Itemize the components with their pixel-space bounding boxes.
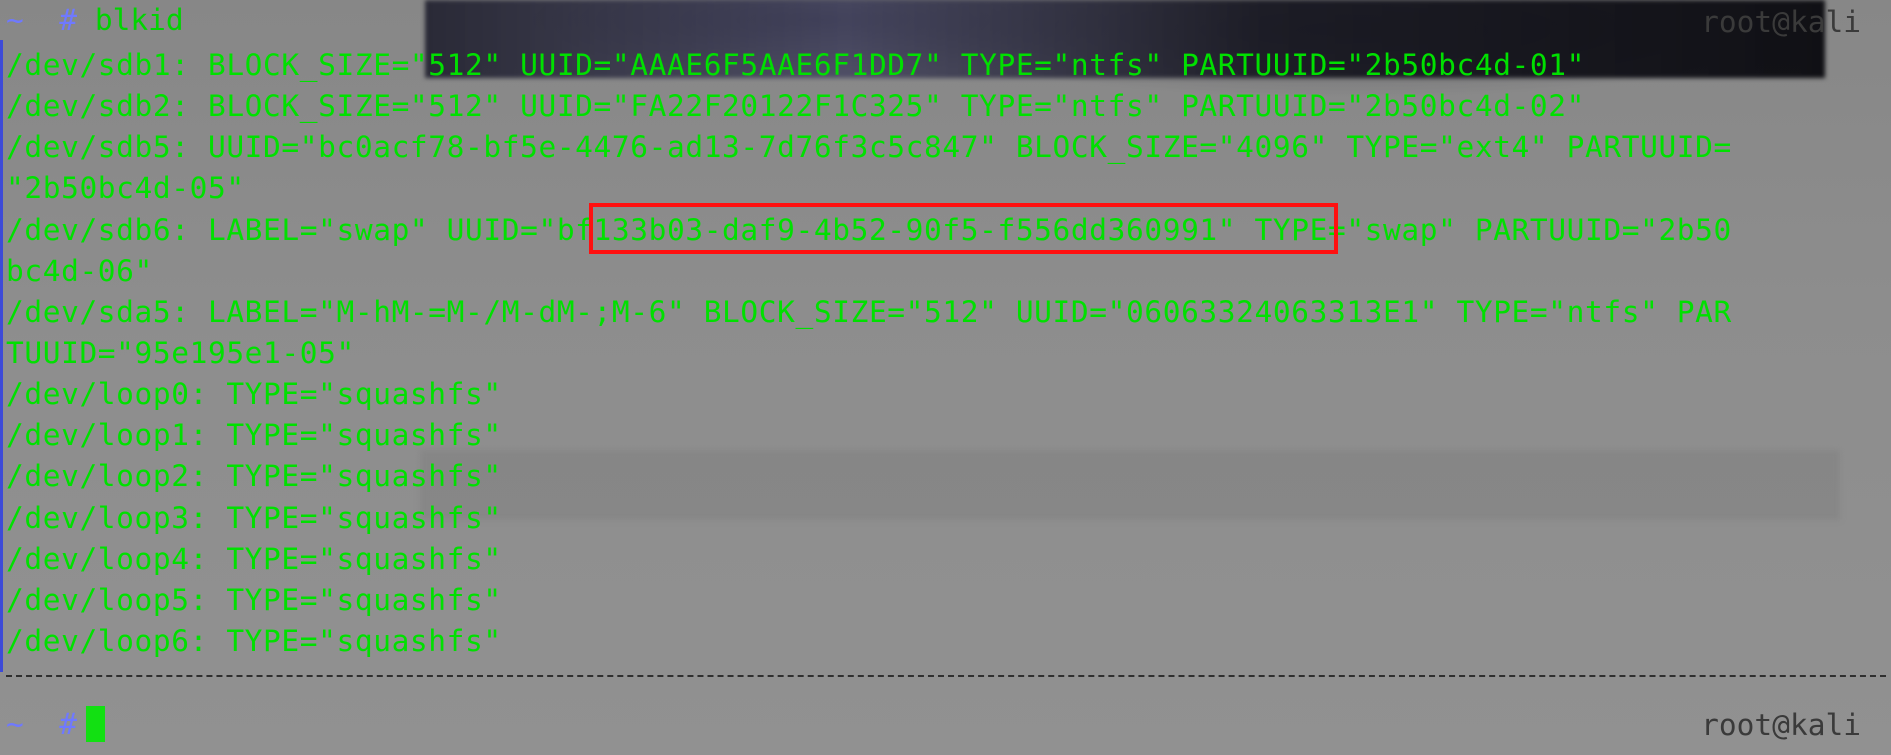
prompt-hash: #: [59, 707, 78, 741]
wallpaper-background-band: [420, 450, 1840, 520]
output-line: "2b50bc4d-05": [6, 171, 245, 205]
output-line: /dev/sdb1: BLOCK_SIZE="512" UUID="AAAE6F…: [6, 48, 1586, 82]
prompt-tilde: ~: [6, 3, 24, 37]
output-line: /dev/sdb2: BLOCK_SIZE="512" UUID="FA22F2…: [6, 89, 1586, 123]
host-label-top: root@kali: [1701, 5, 1861, 39]
output-line: /dev/loop1: TYPE="squashfs": [6, 418, 502, 452]
output-gutter-bar: [0, 40, 3, 672]
output-line: /dev/loop4: TYPE="squashfs": [6, 542, 502, 576]
prompt-hash: #: [59, 3, 78, 37]
output-line: /dev/loop0: TYPE="squashfs": [6, 377, 502, 411]
prompt-line-1: ~ # blkid: [6, 0, 184, 41]
terminal-window[interactable]: ~ # blkid root@kali /dev/sdb1: BLOCK_SIZ…: [0, 0, 1891, 755]
output-line: /dev/loop5: TYPE="squashfs": [6, 583, 502, 617]
output-line: /dev/loop3: TYPE="squashfs": [6, 501, 502, 535]
uuid-highlight-box: [589, 203, 1338, 254]
output-line: /dev/loop2: TYPE="squashfs": [6, 459, 502, 493]
prompt-separator: [6, 675, 1886, 679]
prompt-tilde: ~: [6, 707, 24, 741]
output-line: /dev/loop6: TYPE="squashfs": [6, 624, 502, 658]
host-label-bottom: root@kali: [1701, 708, 1861, 742]
output-line: bc4d-06": [6, 254, 153, 288]
output-line: /dev/sda5: LABEL="M-hM-=M-/M-dM-;M-6" BL…: [6, 295, 1732, 329]
terminal-cursor: [86, 706, 105, 742]
command-text: blkid: [94, 3, 184, 37]
prompt-line-2[interactable]: ~ #: [6, 704, 77, 745]
output-line: TUUID="95e195e1-05": [6, 336, 355, 370]
output-line: /dev/sdb5: UUID="bc0acf78-bf5e-4476-ad13…: [6, 130, 1732, 164]
